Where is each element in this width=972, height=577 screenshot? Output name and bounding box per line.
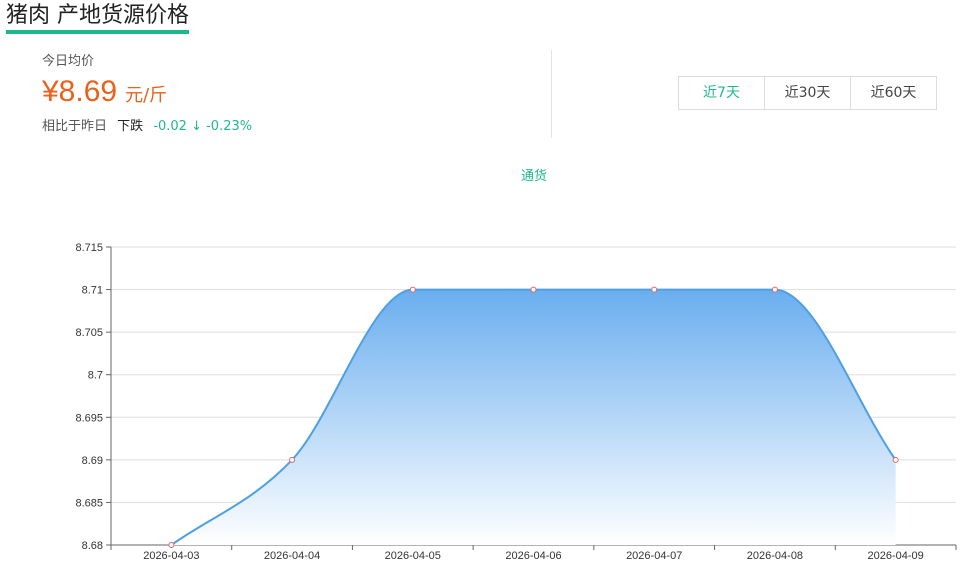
data-point — [651, 286, 658, 293]
data-point — [168, 542, 175, 548]
y-tick-label: 8.695 — [75, 412, 103, 424]
y-tick-label: 8.715 — [75, 242, 103, 254]
data-point — [409, 286, 416, 293]
y-tick-label: 8.69 — [82, 455, 103, 467]
x-tick-label: 2026-04-04 — [264, 550, 320, 562]
x-tick-label: 2026-04-03 — [143, 550, 199, 562]
price-chart: 8.68 8.685 8.69 8.695 8.7 8.705 8.71 8.715 2026-… — [75, 242, 957, 562]
data-point — [289, 456, 296, 463]
data-point — [892, 456, 899, 463]
x-tick-label: 2026-04-08 — [747, 550, 803, 562]
x-tick-label: 2026-04-05 — [385, 550, 441, 562]
y-tick-label: 8.705 — [75, 327, 103, 339]
x-tick-label: 2026-04-07 — [626, 550, 682, 562]
data-point — [530, 286, 537, 293]
data-point — [771, 286, 778, 293]
x-tick-label: 2026-04-09 — [868, 550, 924, 562]
y-tick-label: 8.68 — [82, 540, 103, 552]
y-tick-label: 8.7 — [88, 370, 103, 382]
y-tick-label: 8.685 — [75, 497, 103, 509]
x-tick-label: 2026-04-06 — [505, 550, 561, 562]
y-tick-label: 8.71 — [82, 285, 103, 297]
